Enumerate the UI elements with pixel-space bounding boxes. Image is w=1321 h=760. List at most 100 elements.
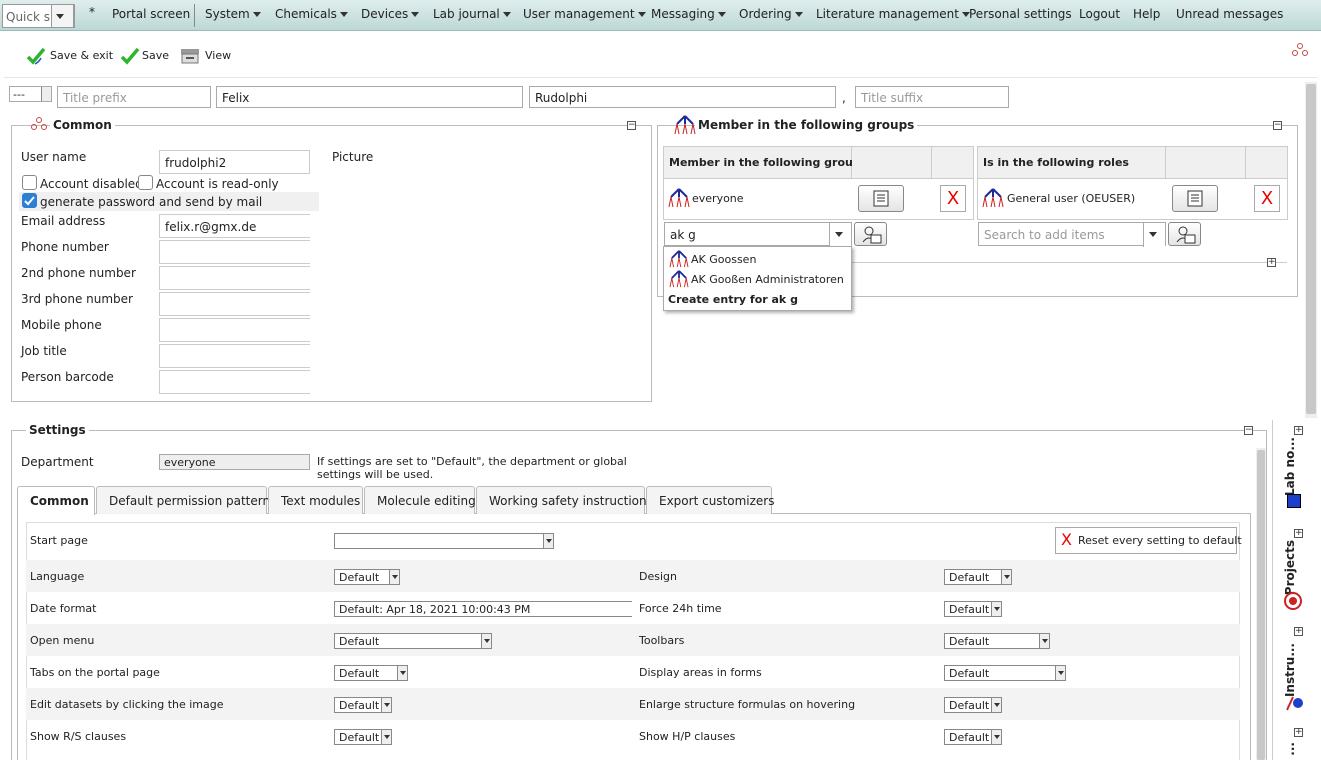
menu-unread-messages[interactable]: Unread messages xyxy=(1176,7,1283,21)
force-24h-select[interactable]: Default xyxy=(944,601,1002,617)
setting-label: Show R/S clauses xyxy=(30,730,127,743)
phone-input[interactable] xyxy=(159,240,310,264)
title-prefix-input[interactable]: Title prefix xyxy=(57,86,211,108)
reset-settings-button[interactable]: X Reset every setting to default xyxy=(1055,527,1242,554)
job-title-input[interactable] xyxy=(159,344,310,368)
menu-portal-screen[interactable]: Portal screen xyxy=(112,7,190,21)
chevron-down-icon xyxy=(637,12,646,17)
main-scrollbar[interactable] xyxy=(1305,82,1317,418)
open-menu-select[interactable]: Default xyxy=(334,633,492,649)
expand-side-icon[interactable]: + xyxy=(1294,627,1303,636)
groups-column-header: Member in the following groups xyxy=(664,147,867,179)
collapse-groups-icon[interactable]: − xyxy=(1273,121,1282,130)
title-suffix-input[interactable]: Title suffix xyxy=(855,86,1009,108)
remove-role-button[interactable]: X xyxy=(1254,185,1280,212)
menu-logout[interactable]: Logout xyxy=(1079,7,1120,21)
portal-tabs-select[interactable]: Default xyxy=(334,665,408,681)
expand-section-icon[interactable]: + xyxy=(1267,258,1276,267)
save-icon xyxy=(120,47,140,65)
tab-working-safety-instructions[interactable]: Working safety instructions xyxy=(476,486,653,514)
rs-clauses-select[interactable]: Default xyxy=(334,729,392,745)
setting-label: Date format xyxy=(30,602,97,615)
last-name-input[interactable]: Rudolphi xyxy=(529,86,836,108)
group-hierarchy-icon xyxy=(1292,43,1308,56)
group-details-button[interactable] xyxy=(858,185,904,212)
menu-lab-journal[interactable]: Lab journal xyxy=(433,7,511,21)
role-search-input[interactable]: Search to add items xyxy=(978,222,1166,247)
collapse-common-icon[interactable]: − xyxy=(627,121,636,130)
favorites-star[interactable]: * xyxy=(89,5,95,19)
expand-side-icon[interactable]: + xyxy=(1294,728,1303,737)
checkmark-icon xyxy=(24,196,35,206)
username-input[interactable]: frudolphi2 xyxy=(159,150,310,174)
expand-side-icon[interactable]: + xyxy=(1294,529,1303,538)
tab-common[interactable]: Common xyxy=(17,486,95,515)
menu-system[interactable]: System xyxy=(205,7,261,21)
side-tab-more[interactable]: ... xyxy=(1283,742,1297,756)
menu-literature-management[interactable]: Literature management xyxy=(816,7,970,21)
menu-devices[interactable]: Devices xyxy=(361,7,420,21)
menu-personal-settings[interactable]: Personal settings xyxy=(969,7,1072,21)
side-tab-projects[interactable]: Projects xyxy=(1283,540,1297,595)
role-search-button[interactable] xyxy=(1168,222,1201,246)
name-comma: , xyxy=(842,91,846,105)
quick-search-dropdown[interactable] xyxy=(51,4,74,28)
display-areas-select[interactable]: Default xyxy=(944,665,1066,681)
first-name-input[interactable]: Felix xyxy=(216,86,523,108)
department-select[interactable]: everyone xyxy=(159,454,310,470)
dropdown-item-ak-goossen[interactable]: AK Goossen xyxy=(691,253,756,266)
roles-column-header: Is in the following roles xyxy=(978,147,1166,179)
projects-icon xyxy=(1284,592,1302,610)
tab-default-permission-patterns[interactable]: Default permission patterns xyxy=(96,486,276,514)
expand-side-icon[interactable]: + xyxy=(1294,426,1303,435)
setting-label: Show H/P clauses xyxy=(639,730,736,743)
salutation-select[interactable]: --- xyxy=(9,86,52,102)
group-search-dropdown: AK Goossen AK Gooßen Administratoren Cre… xyxy=(663,246,852,311)
chevron-down-icon xyxy=(1149,232,1157,237)
chevron-down-icon xyxy=(411,12,420,17)
edit-datasets-select[interactable]: Default xyxy=(334,697,392,713)
menu-chemicals[interactable]: Chemicals xyxy=(275,7,348,21)
role-details-button[interactable] xyxy=(1172,185,1218,212)
setting-label: Open menu xyxy=(30,634,95,647)
mobile-input[interactable] xyxy=(159,318,310,342)
user-search-icon xyxy=(862,226,882,244)
dropdown-create-entry[interactable]: Create entry for ak g xyxy=(668,293,798,306)
settings-scrollbar[interactable] xyxy=(1256,448,1266,760)
barcode-input[interactable] xyxy=(159,370,310,394)
dropdown-item-ak-goossen-admins[interactable]: AK Gooßen Administratoren xyxy=(691,273,844,286)
group-search-button[interactable] xyxy=(854,222,887,246)
collapse-settings-icon[interactable]: − xyxy=(1244,426,1253,435)
tab-molecule-editing[interactable]: Molecule editing xyxy=(364,486,476,514)
language-select[interactable]: Default xyxy=(334,569,400,585)
side-tab-lab-notebook[interactable]: Lab no... xyxy=(1283,437,1297,496)
start-page-select[interactable] xyxy=(334,533,554,549)
email-input[interactable]: felix.r@gmx.de xyxy=(159,214,310,238)
group-search-input[interactable]: ak g xyxy=(664,222,852,247)
date-format-select[interactable]: Default: Apr 18, 2021 10:00:43 PM xyxy=(334,601,632,617)
tab-text-modules[interactable]: Text modules xyxy=(268,486,363,514)
tab-export-customizers[interactable]: Export customizers xyxy=(646,486,775,514)
save-button[interactable]: Save xyxy=(142,49,169,62)
menu-messaging[interactable]: Messaging xyxy=(651,7,726,21)
account-readonly-checkbox[interactable] xyxy=(138,175,153,190)
hp-clauses-select[interactable]: Default xyxy=(944,729,1002,745)
phone3-input[interactable] xyxy=(159,292,310,316)
generate-password-label: generate password and send by mail xyxy=(40,195,263,209)
remove-group-button[interactable]: X xyxy=(940,185,966,212)
menu-user-management[interactable]: User management xyxy=(523,7,646,21)
group-tree-icon xyxy=(668,188,690,208)
design-select[interactable]: Default xyxy=(944,569,1012,585)
menu-ordering[interactable]: Ordering xyxy=(739,7,803,21)
generate-password-checkbox[interactable] xyxy=(22,193,37,208)
enlarge-formulas-select[interactable]: Default xyxy=(944,697,1002,713)
save-exit-button[interactable]: Save & exit xyxy=(50,49,113,62)
account-disabled-checkbox[interactable] xyxy=(22,175,37,190)
start-page-label: Start page xyxy=(30,534,88,547)
view-button[interactable]: View xyxy=(205,49,231,62)
side-tab-instruments[interactable]: Instru... xyxy=(1283,643,1297,697)
menu-help[interactable]: Help xyxy=(1133,7,1160,21)
toolbars-select[interactable]: Default xyxy=(944,633,1050,649)
phone2-input[interactable] xyxy=(159,266,310,290)
setting-row: Date format Default: Apr 18, 2021 10:00:… xyxy=(26,592,1240,624)
